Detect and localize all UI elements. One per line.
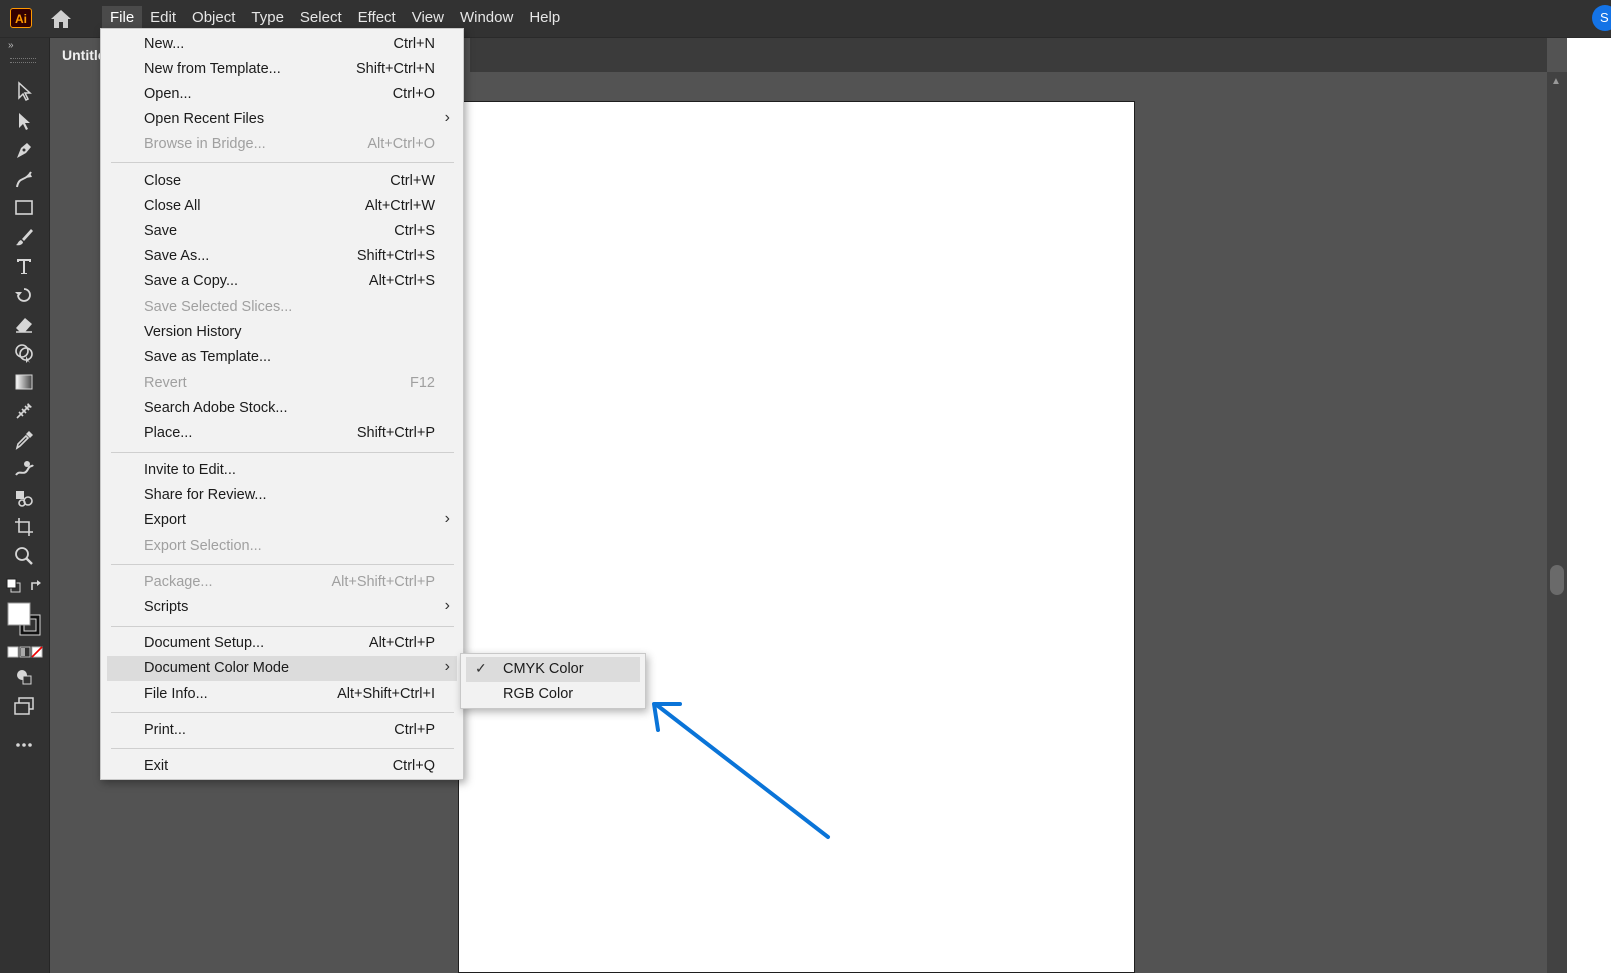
eraser-tool-icon[interactable] [11,312,37,336]
menu-select[interactable]: Select [292,6,350,30]
menu-item-print[interactable]: Print... Ctrl+P [107,718,457,743]
fill-stroke-swatch[interactable] [6,601,44,639]
menu-window[interactable]: Window [452,6,521,30]
menu-item-package: Package... Alt+Shift+Ctrl+P [144,574,435,590]
account-avatar[interactable]: S [1592,5,1611,31]
menu-object[interactable]: Object [184,6,243,30]
menu-item-save-as[interactable]: Save As... Shift+Ctrl+S [107,244,457,269]
color-mode-buttons[interactable] [7,645,43,659]
tools-panel: » [0,38,50,973]
right-panel-area [1567,38,1611,973]
puppet-warp-tool-icon[interactable] [11,457,37,481]
file-menu-dropdown: New... Ctrl+N New from Template... Shift+C… [100,28,464,780]
menu-item-save-selected-slices: Save Selected Slices... [144,299,293,315]
chevron-right-icon: › [444,510,450,527]
menu-item-revert: Revert F12 [144,375,435,391]
scroll-thumb[interactable] [1550,565,1564,595]
menu-item-document-color-mode[interactable]: Document Color Mode › [107,656,457,681]
illustrator-logo: Ai [10,8,32,28]
menu-item-scripts[interactable]: Scripts › [107,595,457,620]
menu-type[interactable]: Type [243,6,292,30]
scroll-up-icon[interactable]: ▲ [1551,76,1561,87]
eyedropper-tool-icon[interactable] [11,428,37,452]
zoom-tool-icon[interactable] [11,544,37,568]
vertical-scrollbar[interactable]: ▲ [1547,72,1567,973]
direct-selection-tool-icon[interactable] [11,109,37,133]
menu-items: File Edit Object Type Select Effect View… [102,6,568,30]
menu-help[interactable]: Help [521,6,568,30]
menu-effect[interactable]: Effect [350,6,404,30]
more-tools-icon[interactable] [11,733,37,757]
pen-tool-icon[interactable] [11,138,37,162]
menu-item-place[interactable]: Place... Shift+Ctrl+P [107,421,457,446]
menu-item-close[interactable]: Close Ctrl+W [107,169,457,194]
menu-separator [111,712,454,713]
menu-item-share-for-review[interactable]: Share for Review... [107,483,457,508]
menu-item-invite-to-edit[interactable]: Invite to Edit... [107,458,457,483]
menu-item-new[interactable]: New... Ctrl+N [107,32,457,57]
chevron-right-icon: › [444,658,450,675]
gradient-tool-icon[interactable] [11,370,37,394]
menu-item-export-selection: Export Selection... [144,538,262,554]
submenu-item-rgb-color[interactable]: RGB Color [466,682,640,707]
menu-item-new-from-template[interactable]: New from Template... Shift+Ctrl+N [107,57,457,82]
menu-item-exit[interactable]: Exit Ctrl+Q [107,754,457,779]
menu-view[interactable]: View [404,6,452,30]
menu-item-close-all[interactable]: Close All Alt+Ctrl+W [107,194,457,219]
chevron-right-icon: › [444,597,450,614]
rectangle-tool-icon[interactable] [11,196,37,220]
swap-fill-stroke-icon[interactable] [28,578,44,594]
menu-separator [111,564,454,565]
menu-item-document-setup[interactable]: Document Setup... Alt+Ctrl+P [107,631,457,656]
screen-mode-icon[interactable] [11,694,37,718]
menu-item-version-history[interactable]: Version History [107,320,457,345]
drawing-modes-icon[interactable] [11,665,37,689]
menu-separator [111,748,454,749]
menu-item-open[interactable]: Open... Ctrl+O [107,82,457,107]
toolbar-grip[interactable] [10,58,36,63]
mesh-tool-icon[interactable] [11,399,37,423]
curvature-tool-icon[interactable] [11,167,37,191]
menu-edit[interactable]: Edit [142,6,184,30]
menu-item-open-recent-files[interactable]: Open Recent Files › [107,107,457,132]
annotation-arrow [652,702,830,839]
type-tool-icon[interactable] [11,254,37,278]
menu-separator [111,452,454,453]
home-icon[interactable] [49,8,73,30]
symbol-sprayer-tool-icon[interactable] [11,486,37,510]
artboard-tool-icon[interactable] [11,515,37,539]
menu-item-save[interactable]: Save Ctrl+S [107,219,457,244]
menu-item-export[interactable]: Export › [107,508,457,533]
menu-file[interactable]: File [102,6,143,30]
checkmark-icon: ✓ [475,660,487,676]
color-mode-submenu: ✓ CMYK Color RGB Color [460,653,646,709]
submenu-item-cmyk-color[interactable]: ✓ CMYK Color [466,657,640,682]
menu-separator [111,162,454,163]
menu-item-search-adobe-stock[interactable]: Search Adobe Stock... [107,396,457,421]
menu-item-save-as-template[interactable]: Save as Template... [107,345,457,370]
panel-collapse-icon[interactable]: » [8,40,13,51]
selection-tool-icon[interactable] [11,79,37,103]
paintbrush-tool-icon[interactable] [11,225,37,249]
menu-item-save-a-copy[interactable]: Save a Copy... Alt+Ctrl+S [107,269,457,294]
menu-item-browse-in-bridge: Browse in Bridge... Alt+Ctrl+O [144,136,435,152]
menu-item-file-info[interactable]: File Info... Alt+Shift+Ctrl+I [107,682,457,707]
menu-separator [111,626,454,627]
rotate-tool-icon[interactable] [11,283,37,307]
shape-builder-tool-icon[interactable] [11,341,37,365]
chevron-right-icon: › [444,109,450,126]
default-fill-stroke-icon[interactable] [6,578,22,594]
